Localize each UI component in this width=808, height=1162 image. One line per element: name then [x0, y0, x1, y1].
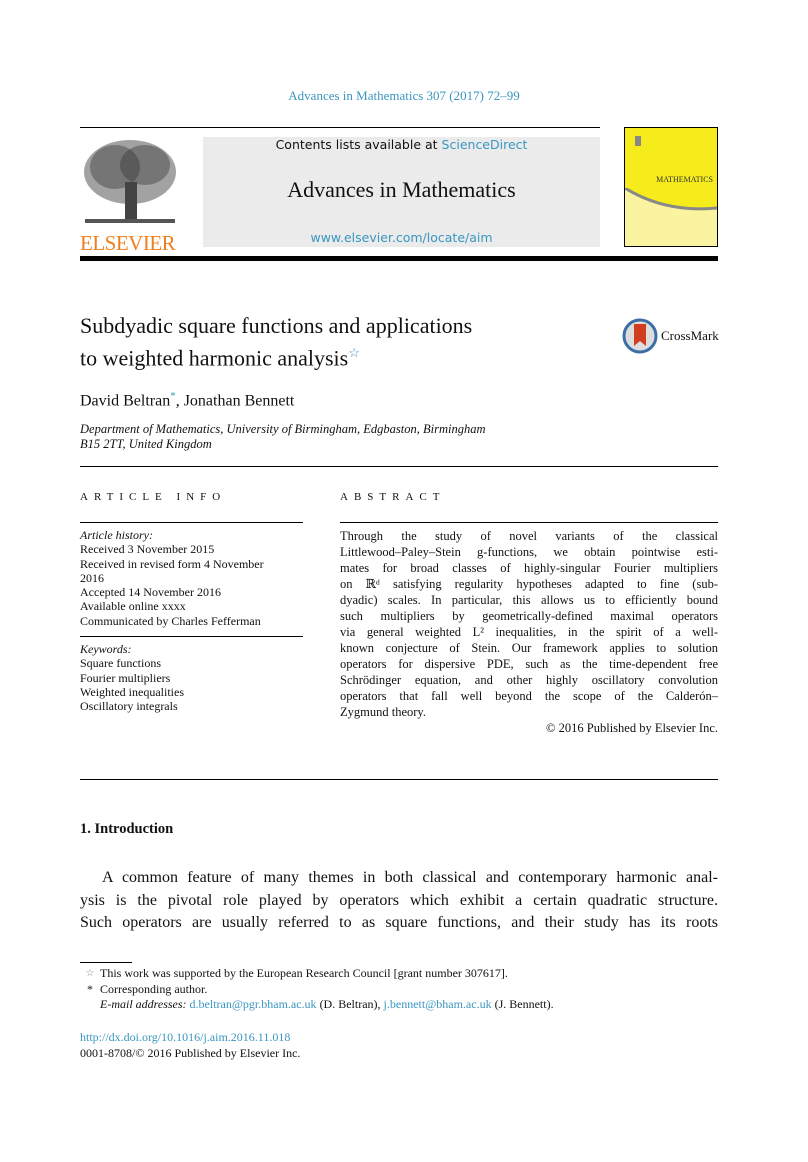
email-label: E-mail addresses:: [100, 997, 187, 1011]
crossmark-label: CrossMark: [661, 328, 719, 343]
keyword: Oscillatory integrals: [80, 699, 178, 714]
journal-citation[interactable]: Advances in Mathematics 307 (2017) 72–99: [0, 88, 808, 104]
corresponding-note: Corresponding author.: [100, 981, 208, 996]
journal-cover: MATHEMATICS: [624, 127, 718, 247]
crossmark-button[interactable]: CrossMark: [622, 318, 719, 354]
abstract-line: such multipliers by geometrically-define…: [340, 609, 718, 623]
keyword: Fourier multipliers: [80, 670, 171, 685]
email-link[interactable]: d.beltran@pgr.bham.ac.uk: [190, 997, 317, 1011]
cover-title: MATHEMATICS: [656, 175, 713, 184]
history-item: Communicated by Charles Fefferman: [80, 613, 261, 628]
history-item: 2016: [80, 570, 104, 585]
divider: [80, 127, 600, 128]
abstract-line: Schrödinger equation, and other highly o…: [340, 673, 718, 687]
cover-logo-icon: [635, 136, 641, 146]
history-item: Accepted 14 November 2016: [80, 585, 221, 600]
cover-swoosh-icon: [625, 188, 717, 246]
elsevier-wordmark: ELSEVIER: [80, 231, 176, 255]
contents-prefix: Contents lists available at: [275, 137, 442, 152]
abstract-line: on ℝᵈ satisfying regularity hypotheses a…: [340, 577, 718, 591]
article-history: Article history: Received 3 November 201…: [80, 528, 305, 628]
elsevier-logo: ELSEVIER: [80, 137, 180, 254]
abstract-line: mates for broad classes of highly-singul…: [340, 561, 718, 575]
abstract-copyright: © 2016 Published by Elsevier Inc.: [546, 721, 718, 735]
email-owner: (J. Bennett).: [491, 997, 554, 1011]
divider: [80, 636, 303, 637]
header-rule: [80, 256, 718, 261]
article-info-heading: ARTICLE INFO: [80, 491, 227, 503]
sciencedirect-link[interactable]: ScienceDirect: [442, 137, 528, 152]
keyword: Square functions: [80, 656, 161, 671]
affiliation-line: Department of Mathematics, University of…: [80, 422, 486, 436]
contents-line: Contents lists available at ScienceDirec…: [203, 137, 600, 152]
funding-footnote-mark[interactable]: ☆: [348, 345, 360, 360]
abstract-line: operators for dispersive PDE, such as th…: [340, 657, 718, 671]
history-item: Received 3 November 2015: [80, 542, 215, 557]
intro-line: ysis is the pivotal role played by opera…: [80, 891, 718, 909]
divider: [80, 779, 718, 780]
journal-banner: Contents lists available at ScienceDirec…: [203, 137, 600, 247]
history-item: Received in revised form 4 November: [80, 556, 264, 571]
abstract-line: via general weighted L² inequalities, in…: [340, 625, 718, 639]
author-name: David Beltran: [80, 392, 171, 410]
title-line: Subdyadic square functions and applicati…: [80, 313, 473, 338]
journal-title: Advances in Mathematics: [287, 177, 516, 202]
star-mark: ☆: [85, 968, 95, 979]
footnote-rule: [80, 962, 132, 963]
abstract-line: Zygmund theory.: [340, 705, 426, 719]
history-label: Article history:: [80, 528, 153, 542]
affiliation-line: B15 2TT, United Kingdom: [80, 437, 212, 451]
journal-url-link[interactable]: www.elsevier.com/locate/aim: [310, 230, 492, 245]
divider: [340, 522, 718, 523]
divider: [80, 466, 718, 467]
author-name: Jonathan Bennett: [183, 392, 295, 410]
abstract-body: Through the study of novel variants of t…: [340, 528, 718, 736]
publication-info: http://dx.doi.org/10.1016/j.aim.2016.11.…: [80, 1030, 300, 1061]
authors: David Beltran*, Jonathan Bennett: [80, 390, 294, 410]
funding-note: This work was supported by the European …: [100, 966, 508, 980]
elsevier-tree-icon: [84, 140, 176, 223]
affiliation: Department of Mathematics, University of…: [80, 422, 486, 452]
keyword: Weighted inequalities: [80, 684, 185, 699]
divider: [80, 522, 303, 523]
title-line: to weighted harmonic analysis: [80, 345, 349, 371]
section-heading: 1. Introduction: [80, 821, 174, 837]
intro-line: Such operators are usually referred to a…: [80, 914, 718, 931]
author-separator: ,: [175, 392, 184, 410]
issn-line: 0001-8708/© 2016 Published by Elsevier I…: [80, 1045, 301, 1060]
abstract-line: known conjecture of Stein. Our framework…: [340, 641, 718, 655]
keywords-label: Keywords:: [80, 642, 132, 656]
crossmark-icon: [622, 318, 658, 354]
abstract-line: operators that fall well beyond the scop…: [340, 689, 718, 703]
citation-link[interactable]: Advances in Mathematics 307 (2017) 72–99: [288, 88, 519, 103]
abstract-line: Through the study of novel variants of t…: [340, 529, 718, 543]
history-item: Available online xxxx: [80, 599, 186, 614]
intro-line: A common feature of many themes in both …: [102, 869, 718, 886]
email-link[interactable]: j.bennett@bham.ac.uk: [384, 997, 492, 1011]
email-owner: (D. Beltran),: [316, 997, 384, 1011]
abstract-line: Littlewood–Paley–Stein g-functions, we o…: [340, 545, 718, 559]
doi-link[interactable]: http://dx.doi.org/10.1016/j.aim.2016.11.…: [80, 1030, 290, 1044]
footnotes: ☆ This work was supported by the European…: [80, 966, 554, 1013]
abstract-heading: ABSTRACT: [340, 491, 446, 503]
asterisk-mark: *: [87, 981, 93, 996]
intro-paragraph: A common feature of many themes in both …: [80, 867, 718, 935]
keywords: Keywords: Square functions Fourier multi…: [80, 642, 184, 713]
article-title: Subdyadic square functions and applicati…: [80, 312, 472, 371]
abstract-line: dyadic) scales. In particular, this allo…: [340, 593, 718, 607]
